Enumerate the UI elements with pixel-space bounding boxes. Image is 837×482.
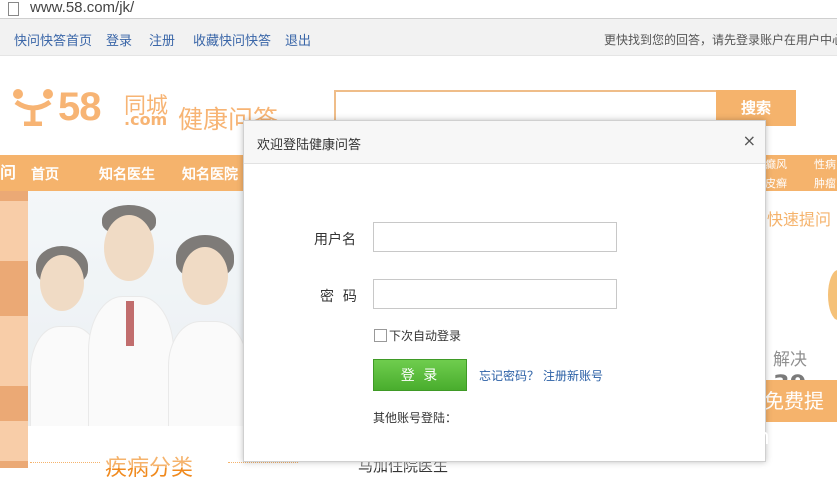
login-notice: 更快找到您的回答，请先登录账户在用户中心 (604, 33, 837, 47)
login-button[interactable]: 登 录 (373, 359, 467, 391)
register-link[interactable]: 注册新账号 (543, 367, 603, 384)
link-home[interactable]: 快问快答首页 (14, 30, 92, 49)
username-field[interactable] (373, 222, 617, 252)
login-dialog: 欢迎登陆健康问答 × 用户名 密 码 下次自动登录 登 录 忘记密码？ 注册新账… (243, 120, 766, 462)
dialog-header: 欢迎登陆健康问答 × (244, 121, 765, 164)
other-login-label: 其他账号登陆： (373, 411, 458, 425)
forgot-password-link[interactable]: 忘记密码？ (479, 367, 539, 384)
dialog-title: 欢迎登陆健康问答 (257, 138, 362, 153)
link-favorite[interactable]: 收藏快问快答 (193, 30, 271, 49)
link-logout[interactable]: 退出 (285, 30, 311, 49)
remember-checkbox[interactable] (374, 329, 387, 342)
page-icon (8, 2, 19, 16)
url-text[interactable]: www.58.com/jk/ (30, 0, 134, 16)
password-field[interactable] (373, 279, 617, 309)
link-login[interactable]: 登录 (106, 30, 132, 49)
remember-label[interactable]: 下次自动登录 (389, 327, 461, 344)
link-register[interactable]: 注册 (149, 30, 175, 49)
top-links-bar: 快问快答首页 登录 注册 收藏快问快答 退出 更快找到您的回答，请先登录账户在用… (0, 19, 837, 56)
username-label: 用户名 (314, 232, 356, 248)
watermark: www.wooyun.org (632, 424, 813, 449)
close-icon[interactable]: × (743, 131, 756, 150)
password-label: 密 码 (320, 289, 357, 305)
browser-address-bar[interactable]: www.58.com/jk/ (0, 0, 837, 19)
